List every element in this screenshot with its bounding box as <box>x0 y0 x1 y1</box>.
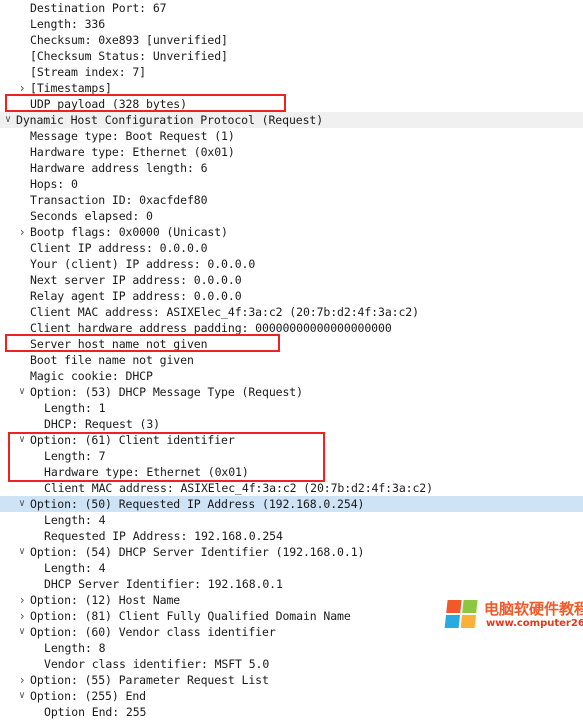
packet-detail-row-label: Hardware type: Ethernet (0x01) <box>30 145 235 159</box>
chevron-down-icon[interactable] <box>2 112 14 128</box>
packet-detail-row[interactable]: Client IP address: 0.0.0.0 <box>0 240 583 256</box>
packet-detail-row-label: Hardware type: Ethernet (0x01) <box>44 465 249 479</box>
chevron-down-icon[interactable] <box>16 496 28 512</box>
packet-detail-row[interactable]: Boot file name not given <box>0 352 583 368</box>
packet-detail-row[interactable]: Length: 1 <box>0 400 583 416</box>
packet-detail-row[interactable]: Option: (55) Parameter Request List <box>0 672 583 688</box>
packet-detail-row[interactable]: Hardware address length: 6 <box>0 160 583 176</box>
packet-detail-row-label: Transaction ID: 0xacfdef80 <box>30 193 208 207</box>
windows-logo-icon <box>444 600 479 630</box>
packet-detail-row[interactable]: Length: 7 <box>0 448 583 464</box>
packet-detail-row[interactable]: Checksum: 0xe893 [unverified] <box>0 32 583 48</box>
packet-detail-row-label: Next server IP address: 0.0.0.0 <box>30 273 242 287</box>
packet-detail-row-label: Vendor class identifier: MSFT 5.0 <box>44 657 270 671</box>
packet-detail-row[interactable]: Hardware type: Ethernet (0x01) <box>0 464 583 480</box>
packet-detail-row-label: Hardware address length: 6 <box>30 161 208 175</box>
packet-detail-row-label: Client IP address: 0.0.0.0 <box>30 241 208 255</box>
chevron-down-icon[interactable] <box>16 688 28 704</box>
packet-detail-row-label: Length: 7 <box>44 449 106 463</box>
packet-detail-row-label: [Checksum Status: Unverified] <box>30 49 228 63</box>
packet-detail-row-label: Option: (61) Client identifier <box>30 433 235 447</box>
packet-detail-row-label: Server host name not given <box>30 337 208 351</box>
packet-detail-row[interactable]: Server host name not given <box>0 336 583 352</box>
watermark-brand-text: 电脑软硬件教程网 <box>484 600 583 618</box>
packet-detail-row-label: Option: (55) Parameter Request List <box>30 673 269 687</box>
packet-detail-row[interactable]: Length: 4 <box>0 512 583 528</box>
packet-detail-row-label: Length: 4 <box>44 513 106 527</box>
packet-detail-row-label: Magic cookie: DHCP <box>30 369 153 383</box>
packet-detail-row-label: Destination Port: 67 <box>30 1 167 15</box>
packet-detail-row-label: [Stream index: 7] <box>30 65 147 79</box>
packet-detail-row-label: DHCP: Request (3) <box>44 417 161 431</box>
packet-detail-row[interactable]: Option: (61) Client identifier <box>0 432 583 448</box>
packet-detail-row-label: Requested IP Address: 192.168.0.254 <box>44 529 283 543</box>
packet-detail-row[interactable]: Vendor class identifier: MSFT 5.0 <box>0 656 583 672</box>
packet-detail-row-label: Dynamic Host Configuration Protocol (Req… <box>16 113 324 127</box>
packet-detail-row[interactable]: Length: 336 <box>0 16 583 32</box>
watermark-url-text: www.computer26.com <box>486 618 583 629</box>
packet-detail-row-label: Option End: 255 <box>44 705 147 719</box>
packet-detail-row[interactable]: DHCP: Request (3) <box>0 416 583 432</box>
packet-detail-row[interactable]: Relay agent IP address: 0.0.0.0 <box>0 288 583 304</box>
packet-detail-row-label: Hops: 0 <box>30 177 78 191</box>
packet-detail-row-label: Client hardware address padding: 0000000… <box>30 321 392 335</box>
packet-detail-row-label: Length: 8 <box>44 641 106 655</box>
packet-detail-row[interactable]: Client MAC address: ASIXElec_4f:3a:c2 (2… <box>0 304 583 320</box>
packet-detail-row[interactable]: Hardware type: Ethernet (0x01) <box>0 144 583 160</box>
packet-detail-row-label: Length: 336 <box>30 17 106 31</box>
packet-detail-row[interactable]: Option End: 255 <box>0 704 583 720</box>
site-watermark: 电脑软硬件教程网 www.computer26.com <box>444 598 583 634</box>
packet-detail-row[interactable]: Requested IP Address: 192.168.0.254 <box>0 528 583 544</box>
packet-detail-row-label: Relay agent IP address: 0.0.0.0 <box>30 289 242 303</box>
packet-detail-row-label: Option: (255) End <box>30 689 147 703</box>
packet-detail-row[interactable]: Next server IP address: 0.0.0.0 <box>0 272 583 288</box>
packet-detail-row[interactable]: DHCP Server Identifier: 192.168.0.1 <box>0 576 583 592</box>
packet-detail-row-label: Length: 1 <box>44 401 106 415</box>
packet-detail-row-label: Option: (50) Requested IP Address (192.1… <box>30 497 365 511</box>
packet-detail-row-label: Boot file name not given <box>30 353 194 367</box>
packet-detail-row[interactable]: [Checksum Status: Unverified] <box>0 48 583 64</box>
packet-detail-row[interactable]: Length: 8 <box>0 640 583 656</box>
packet-detail-row[interactable]: Option: (255) End <box>0 688 583 704</box>
packet-detail-row-label: Client MAC address: ASIXElec_4f:3a:c2 (2… <box>44 481 433 495</box>
packet-detail-row-label: Checksum: 0xe893 [unverified] <box>30 33 228 47</box>
packet-detail-row[interactable]: [Timestamps] <box>0 80 583 96</box>
packet-detail-row[interactable]: Client MAC address: ASIXElec_4f:3a:c2 (2… <box>0 480 583 496</box>
chevron-down-icon[interactable] <box>16 432 28 448</box>
packet-detail-row-label: Message type: Boot Request (1) <box>30 129 235 143</box>
packet-detail-row[interactable]: Transaction ID: 0xacfdef80 <box>0 192 583 208</box>
packet-detail-row-label: DHCP Server Identifier: 192.168.0.1 <box>44 577 283 591</box>
packet-detail-row[interactable]: Hops: 0 <box>0 176 583 192</box>
packet-detail-row-label: Seconds elapsed: 0 <box>30 209 153 223</box>
packet-detail-row-label: Bootp flags: 0x0000 (Unicast) <box>30 225 228 239</box>
packet-detail-row[interactable]: Bootp flags: 0x0000 (Unicast) <box>0 224 583 240</box>
packet-detail-row[interactable]: Message type: Boot Request (1) <box>0 128 583 144</box>
packet-detail-row-label: Option: (12) Host Name <box>30 593 181 607</box>
chevron-down-icon[interactable] <box>16 544 28 560</box>
packet-detail-row-label: Option: (81) Client Fully Qualified Doma… <box>30 609 351 623</box>
packet-detail-row-label: Client MAC address: ASIXElec_4f:3a:c2 (2… <box>30 305 419 319</box>
chevron-down-icon[interactable] <box>16 384 28 400</box>
packet-detail-row[interactable]: Dynamic Host Configuration Protocol (Req… <box>0 112 583 128</box>
packet-detail-row[interactable]: Option: (54) DHCP Server Identifier (192… <box>0 544 583 560</box>
packet-detail-row-label: Length: 4 <box>44 561 106 575</box>
packet-detail-row-label: [Timestamps] <box>30 81 112 95</box>
packet-detail-row-label: UDP payload (328 bytes) <box>30 97 187 111</box>
packet-detail-row[interactable]: UDP payload (328 bytes) <box>0 96 583 112</box>
packet-detail-row[interactable]: Destination Port: 67 <box>0 0 583 16</box>
packet-detail-row-label: Option: (54) DHCP Server Identifier (192… <box>30 545 365 559</box>
packet-detail-row[interactable]: Your (client) IP address: 0.0.0.0 <box>0 256 583 272</box>
packet-detail-row-label: Your (client) IP address: 0.0.0.0 <box>30 257 256 271</box>
packet-detail-row-label: Option: (53) DHCP Message Type (Request) <box>30 385 303 399</box>
packet-detail-tree[interactable]: Destination Port: 67 Length: 336 Checksum:… <box>0 0 583 719</box>
packet-detail-row[interactable]: Option: (50) Requested IP Address (192.1… <box>0 496 583 512</box>
packet-detail-row[interactable]: Option: (53) DHCP Message Type (Request) <box>0 384 583 400</box>
packet-detail-row[interactable]: [Stream index: 7] <box>0 64 583 80</box>
packet-detail-row[interactable]: Magic cookie: DHCP <box>0 368 583 384</box>
packet-detail-row[interactable]: Length: 4 <box>0 560 583 576</box>
packet-detail-row[interactable]: Client hardware address padding: 0000000… <box>0 320 583 336</box>
packet-detail-row[interactable]: Seconds elapsed: 0 <box>0 208 583 224</box>
